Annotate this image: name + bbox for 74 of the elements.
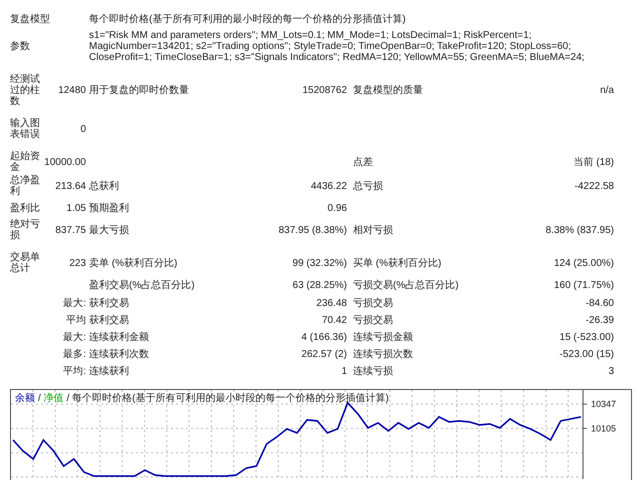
stat-value: 223 bbox=[68, 256, 86, 270]
stat-value: 15208762 bbox=[302, 84, 347, 98]
stat-value: 262.57 (2) bbox=[300, 348, 347, 362]
stat-value: -4222.58 bbox=[574, 180, 614, 194]
row-label: 总净盈利 bbox=[10, 174, 40, 198]
stat-label: 用于复盘的即时价数量 bbox=[88, 84, 190, 98]
stat-label: 点差 bbox=[352, 156, 374, 170]
stat-label: 相对亏损 bbox=[352, 224, 394, 238]
stat-value: 213.64 bbox=[54, 180, 86, 194]
stat-label: 亏损交易 bbox=[352, 296, 394, 311]
stat-label: 获利交易 bbox=[88, 296, 130, 311]
stat-label: 卖单 (%获利百分比) bbox=[88, 256, 178, 270]
stat-label: 连续获利金额 bbox=[88, 330, 150, 345]
row-label: 输入图表错误 bbox=[10, 117, 40, 141]
stat-value: 15 (-523.00) bbox=[558, 331, 614, 345]
stat-label: 盈利交易(%占总百分比) bbox=[88, 278, 196, 292]
stat-label: 亏损交易(%占总百分比) bbox=[352, 278, 460, 292]
stat-label: 买单 (%获利百分比) bbox=[352, 256, 442, 270]
stat-value: 当前 (18) bbox=[572, 156, 614, 170]
stat-value: 0 bbox=[79, 122, 86, 136]
row-label: 平均 bbox=[65, 314, 86, 328]
legend-label: 余额 bbox=[15, 393, 35, 404]
row-label: 平均: bbox=[62, 365, 86, 379]
row-label: 最大: bbox=[62, 296, 86, 311]
axis-tick-label: 10105 bbox=[591, 423, 616, 434]
row-label: 最多: bbox=[62, 348, 86, 362]
stat-value: 8.38% (837.95) bbox=[544, 224, 614, 238]
stat-value: 1.05 bbox=[66, 202, 86, 216]
stat-label: 连续亏损 bbox=[352, 364, 394, 379]
stat-label: 获利交易 bbox=[88, 314, 130, 328]
stat-value: 837.95 (8.38%) bbox=[278, 224, 347, 238]
stat-value: n/a bbox=[599, 84, 614, 98]
row-label: 盈利比 bbox=[10, 202, 40, 214]
legend-separator: / bbox=[66, 393, 70, 404]
row-label: 绝对亏损 bbox=[10, 218, 40, 242]
stat-value: 12480 bbox=[57, 84, 86, 98]
stat-label: 总亏损 bbox=[352, 180, 384, 194]
stat-value: 70.42 bbox=[320, 314, 347, 328]
stat-value: 236.48 bbox=[315, 297, 347, 311]
row-label: 参数 bbox=[10, 40, 31, 54]
stat-value: -523.00 (15) bbox=[558, 348, 614, 362]
stat-value: 10000.00 bbox=[43, 156, 86, 170]
stat-value: -26.39 bbox=[584, 314, 614, 328]
stat-value: 1 bbox=[340, 365, 347, 379]
stat-label: 连续获利次数 bbox=[88, 348, 150, 362]
stat-value: 4436.22 bbox=[310, 180, 347, 194]
info-text: s1="Risk MM and parameters orders"; MM_Lots=0.1; MM_Mode=1; LotsDecimal=1; RiskPercent=1; MagicNumber=134201; s2="Trading options"; StyleTrade=0; TimeOpenBar=0; TakeProfit=120; StopLoss=60; CloseProfit=1; TimeCloseBar=1; s3="Signals Indicators"; RedMA=120; YellowMA=55; GreenMA=5; BlueMA=24; bbox=[88, 29, 586, 64]
stat-label: 连续亏损金额 bbox=[352, 330, 414, 345]
info-text: 每个即时价格(基于所有可利用的最小时段的每一个价格的分形插值计算) bbox=[88, 12, 407, 26]
stat-label: 总获利 bbox=[88, 180, 120, 194]
stat-label: 连续亏损次数 bbox=[352, 348, 414, 362]
row-label: 复盘模型 bbox=[10, 12, 51, 26]
stat-value: 63 (28.25%) bbox=[292, 278, 347, 292]
axis-tick-label: 10347 bbox=[591, 399, 616, 410]
stat-value: 0.96 bbox=[326, 202, 347, 216]
stat-label: 亏损交易 bbox=[352, 314, 394, 328]
stat-value: -84.60 bbox=[584, 297, 614, 311]
stat-label: 最大亏损 bbox=[88, 224, 130, 238]
row-label: 最大: bbox=[62, 330, 86, 345]
stat-value: 99 (32.32%) bbox=[292, 256, 347, 270]
row-label: 经测试过的柱数 bbox=[10, 73, 40, 108]
stat-value: 160 (71.75%) bbox=[552, 278, 614, 292]
stat-label: 复盘模型的质量 bbox=[352, 84, 424, 98]
row-label: 交易单总计 bbox=[10, 251, 40, 275]
stat-value: 837.75 bbox=[54, 224, 86, 238]
stat-value: 4 (166.36) bbox=[300, 331, 347, 345]
legend-label: 净值 bbox=[44, 393, 64, 404]
stat-label: 预期盈利 bbox=[88, 202, 130, 216]
chart-caption: 每个即时价格(基于所有可利用的最小时段的每一个价格的分形插值计算) bbox=[72, 393, 389, 404]
stat-value: 124 (25.00%) bbox=[552, 256, 614, 270]
row-label: 起始资金 bbox=[10, 150, 40, 174]
stat-label: 连续获利 bbox=[88, 364, 130, 379]
stat-value: 3 bbox=[607, 365, 614, 379]
legend-separator: / bbox=[38, 393, 41, 404]
